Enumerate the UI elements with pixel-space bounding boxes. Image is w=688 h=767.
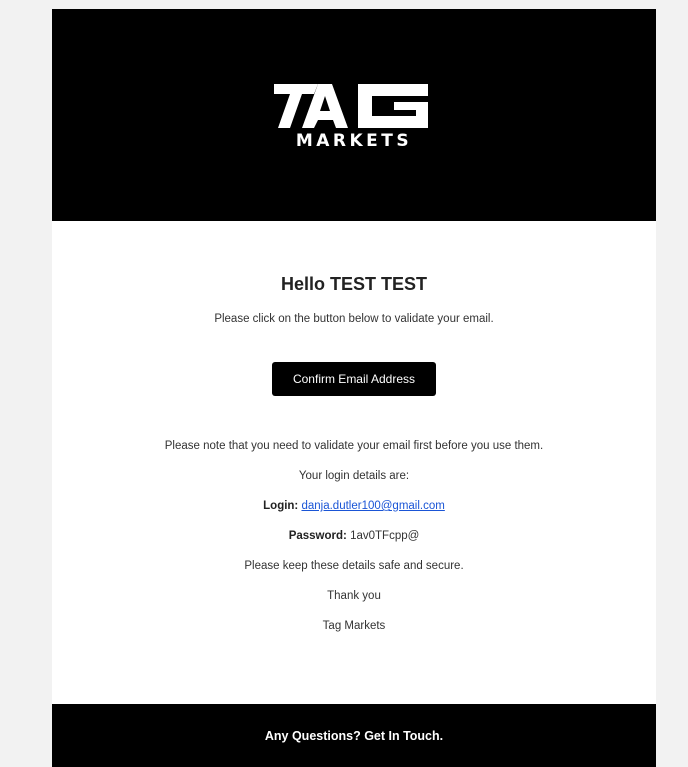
tag-markets-logo: MARKETS <box>274 83 434 151</box>
email-page: MARKETS Hello TEST TEST Please click on … <box>0 0 688 767</box>
login-details-intro: Your login details are: <box>298 470 410 482</box>
login-label: Login: <box>263 500 299 512</box>
email-card: MARKETS Hello TEST TEST Please click on … <box>52 9 656 767</box>
greeting-heading: Hello TEST TEST <box>280 274 427 294</box>
email-body: Hello TEST TEST Please click on the butt… <box>52 273 656 634</box>
signature-text: Tag Markets <box>322 620 386 632</box>
logo-wordmark <box>274 83 428 128</box>
logo-subtitle: MARKETS <box>295 130 413 151</box>
safety-note: Please keep these details safe and secur… <box>244 560 464 572</box>
email-footer: Any Questions? Get In Touch. <box>52 704 656 767</box>
confirm-email-button[interactable]: Confirm Email Address <box>271 362 437 396</box>
intro-text: Please click on the button below to vali… <box>214 313 494 325</box>
validation-note: Please note that you need to validate yo… <box>164 440 544 452</box>
login-email-link[interactable]: danja.dutler100@gmail.com <box>301 500 444 512</box>
email-header: MARKETS <box>52 9 656 221</box>
footer-contact-text[interactable]: Any Questions? Get In Touch. <box>265 729 443 743</box>
password-label: Password: <box>288 530 347 542</box>
login-row: Login: danja.dutler100@gmail.com <box>52 498 656 514</box>
password-value: 1av0TFcpp@ <box>350 530 420 542</box>
password-row: Password: 1av0TFcpp@ <box>52 528 656 544</box>
thank-you-text: Thank you <box>327 590 381 602</box>
